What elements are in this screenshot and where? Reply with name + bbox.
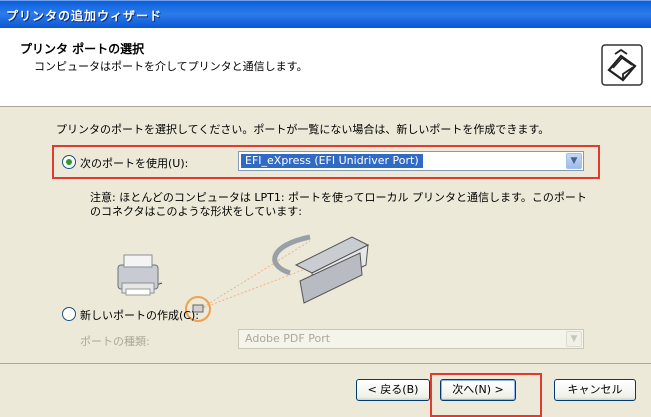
header-title: プリンタ ポートの選択 [20,42,145,56]
parallel-cable-icon [294,236,370,304]
port-note: 注意: ほとんどのコンピュータは LPT1: ポートを使ってローカル プリンタと… [90,191,587,218]
use-port-radio[interactable] [62,155,76,169]
wizard-body: プリンタのポートを選択してください。ポートが一覧にない場合は、新しいポートを作成… [0,107,651,363]
port-select-value: EFI_eXpress (EFI Unidriver Port) [241,154,423,168]
window-title: プリンタの追加ウィザード [6,9,163,23]
new-port-radio[interactable] [62,307,76,321]
use-port-label[interactable]: 次のポートを使用(U): [80,155,188,171]
new-port-label[interactable]: 新しいポートの作成(C): [80,307,199,323]
port-type-value: Adobe PDF Port [245,332,331,345]
button-bar: < 戻る(B) 次へ(N) > キャンセル [0,363,651,417]
printer-icon [117,254,159,296]
title-bar[interactable]: プリンタの追加ウィザード [0,0,651,29]
next-button[interactable]: 次へ(N) > [440,379,516,401]
chevron-down-icon: ▼ [566,331,582,347]
header-subtitle: コンピュータはポートを介してプリンタと通信します。 [34,60,308,73]
port-select[interactable]: EFI_eXpress (EFI Unidriver Port) ▼ [238,151,584,171]
printer-wizard-icon [601,44,643,86]
chevron-down-icon[interactable]: ▼ [566,153,582,169]
wizard-header: プリンタ ポートの選択 コンピュータはポートを介してプリンタと通信します。 [0,28,651,107]
port-type-select: Adobe PDF Port ▼ [238,329,584,349]
intro-text: プリンタのポートを選択してください。ポートが一覧にない場合は、新しいポートを作成… [56,123,550,136]
cancel-button[interactable]: キャンセル [554,379,636,401]
back-button[interactable]: < 戻る(B) [356,379,430,401]
port-type-label: ポートの種類: [80,335,150,348]
